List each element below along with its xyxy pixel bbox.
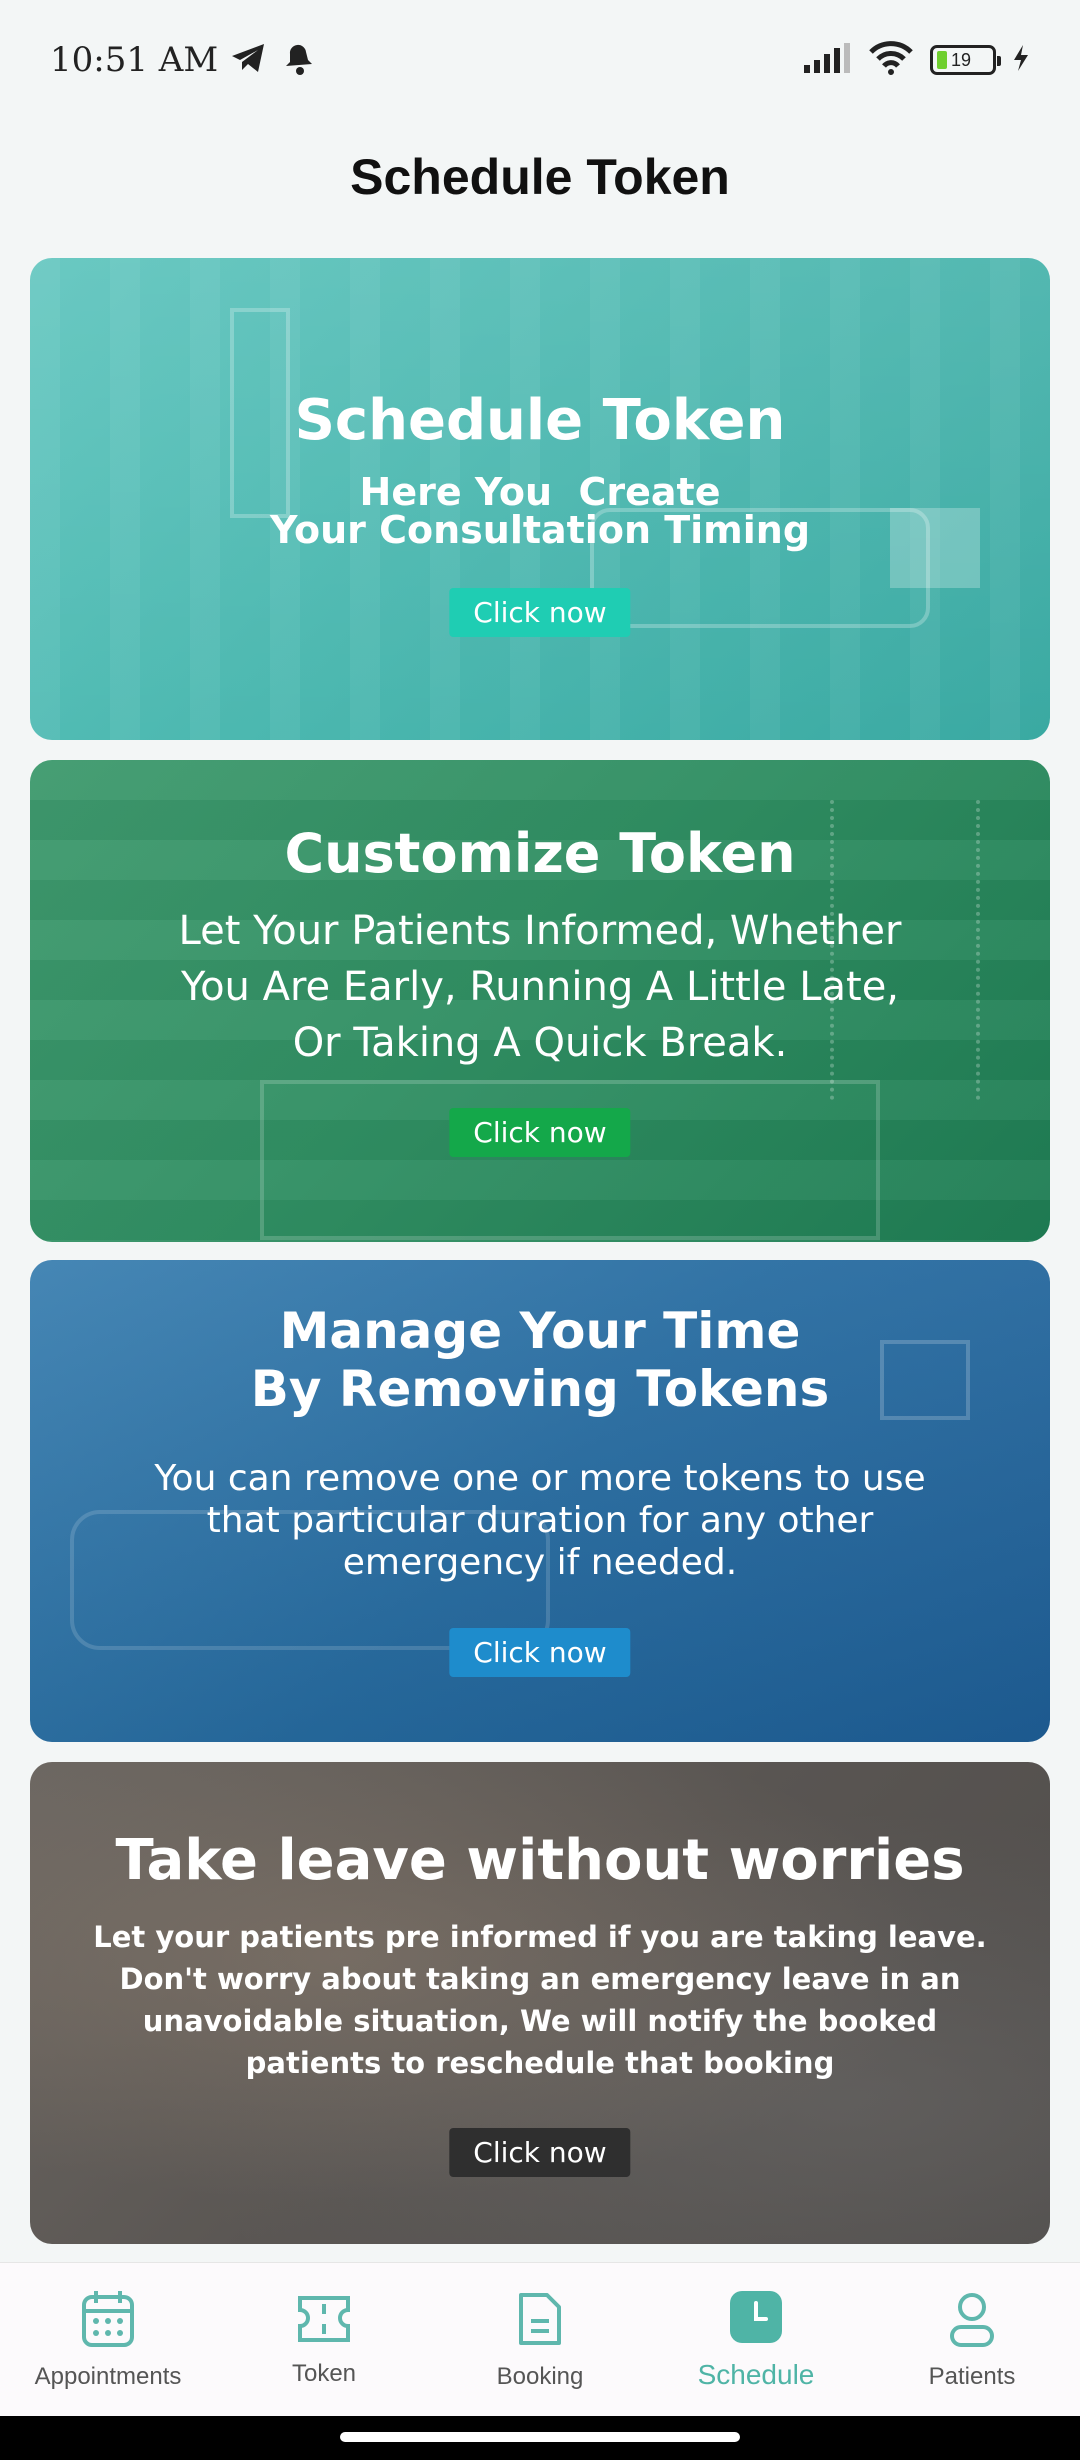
customize-token-card[interactable]: Customize Token Let Your Patients Inform… — [30, 760, 1050, 1242]
wifi-icon — [868, 40, 914, 80]
home-indicator[interactable] — [340, 2432, 740, 2442]
document-icon — [515, 2289, 565, 2353]
nav-label: Appointments — [34, 2362, 182, 2390]
telegram-icon — [230, 42, 268, 78]
card-title: Customize Token — [284, 822, 796, 885]
card-title-line1: Manage Your Time — [279, 1302, 801, 1360]
nav-label: Booking — [496, 2362, 584, 2390]
status-left: 10:51 AM — [50, 40, 314, 80]
nav-item-token[interactable]: Token — [224, 2292, 424, 2388]
system-navigation-area — [0, 2416, 1080, 2460]
bottom-navigation: Appointments Token Booking Schedule Pati… — [0, 2262, 1080, 2416]
customize-token-click-now-button[interactable]: Click now — [449, 1108, 631, 1157]
card-title-line2: By Removing Tokens — [250, 1360, 830, 1418]
card-text-line4: patients to reschedule that booking — [245, 2046, 835, 2080]
signal-icon — [802, 41, 852, 79]
card-text-line2: Don't worry about taking an emergency le… — [119, 1962, 961, 1996]
status-bar: 10:51 AM 19 — [0, 0, 1080, 120]
clock-icon — [728, 2289, 784, 2349]
card-text-line1: Let your patients pre informed if you ar… — [93, 1920, 987, 1954]
card-text-line2: You Are Early, Running A Little Late, — [180, 964, 900, 1010]
status-time: 10:51 AM — [50, 40, 219, 80]
card-text-line3: emergency if needed. — [342, 1542, 738, 1583]
card-text-line1: Let Your Patients Informed, Whether — [178, 908, 902, 954]
take-leave-card[interactable]: Take leave without worries Let your pati… — [30, 1762, 1050, 2244]
calendar-icon — [80, 2289, 136, 2353]
status-right: 19 — [802, 40, 1030, 80]
nav-item-appointments[interactable]: Appointments — [8, 2289, 208, 2391]
manage-time-click-now-button[interactable]: Click now — [449, 1628, 631, 1677]
ticket-icon — [294, 2292, 354, 2350]
nav-label: Schedule — [697, 2358, 815, 2390]
nav-label: Token — [291, 2359, 357, 2387]
page-title: Schedule Token — [350, 149, 730, 205]
notification-bell-icon — [280, 40, 314, 80]
nav-item-schedule[interactable]: Schedule — [656, 2289, 856, 2391]
person-icon — [947, 2289, 997, 2353]
battery-icon: 19 — [930, 45, 1001, 75]
battery-level: 19 — [951, 49, 972, 70]
battery-fill — [937, 51, 947, 69]
card-title: Take leave without worries — [115, 1828, 965, 1893]
card-text-line1: You can remove one or more tokens to use — [154, 1458, 926, 1499]
card-text-line3: Or Taking A Quick Break. — [292, 1020, 788, 1066]
card-text-line3: unavoidable situation, We will notify th… — [142, 2004, 938, 2038]
schedule-token-card[interactable]: Schedule Token Here You Create Your Cons… — [30, 258, 1050, 740]
card-subtitle-line2: Your Consultation Timing — [269, 508, 811, 552]
nav-label: Patients — [928, 2362, 1016, 2390]
schedule-token-click-now-button[interactable]: Click now — [449, 588, 631, 637]
nav-item-patients[interactable]: Patients — [872, 2289, 1072, 2391]
nav-item-booking[interactable]: Booking — [440, 2289, 640, 2391]
take-leave-click-now-button[interactable]: Click now — [449, 2128, 631, 2177]
card-title: Schedule Token — [294, 388, 786, 453]
card-text-line2: that particular duration for any other — [206, 1500, 874, 1541]
manage-time-card[interactable]: Manage Your Time By Removing Tokens You … — [30, 1260, 1050, 1742]
charging-bolt-icon — [1012, 44, 1030, 76]
